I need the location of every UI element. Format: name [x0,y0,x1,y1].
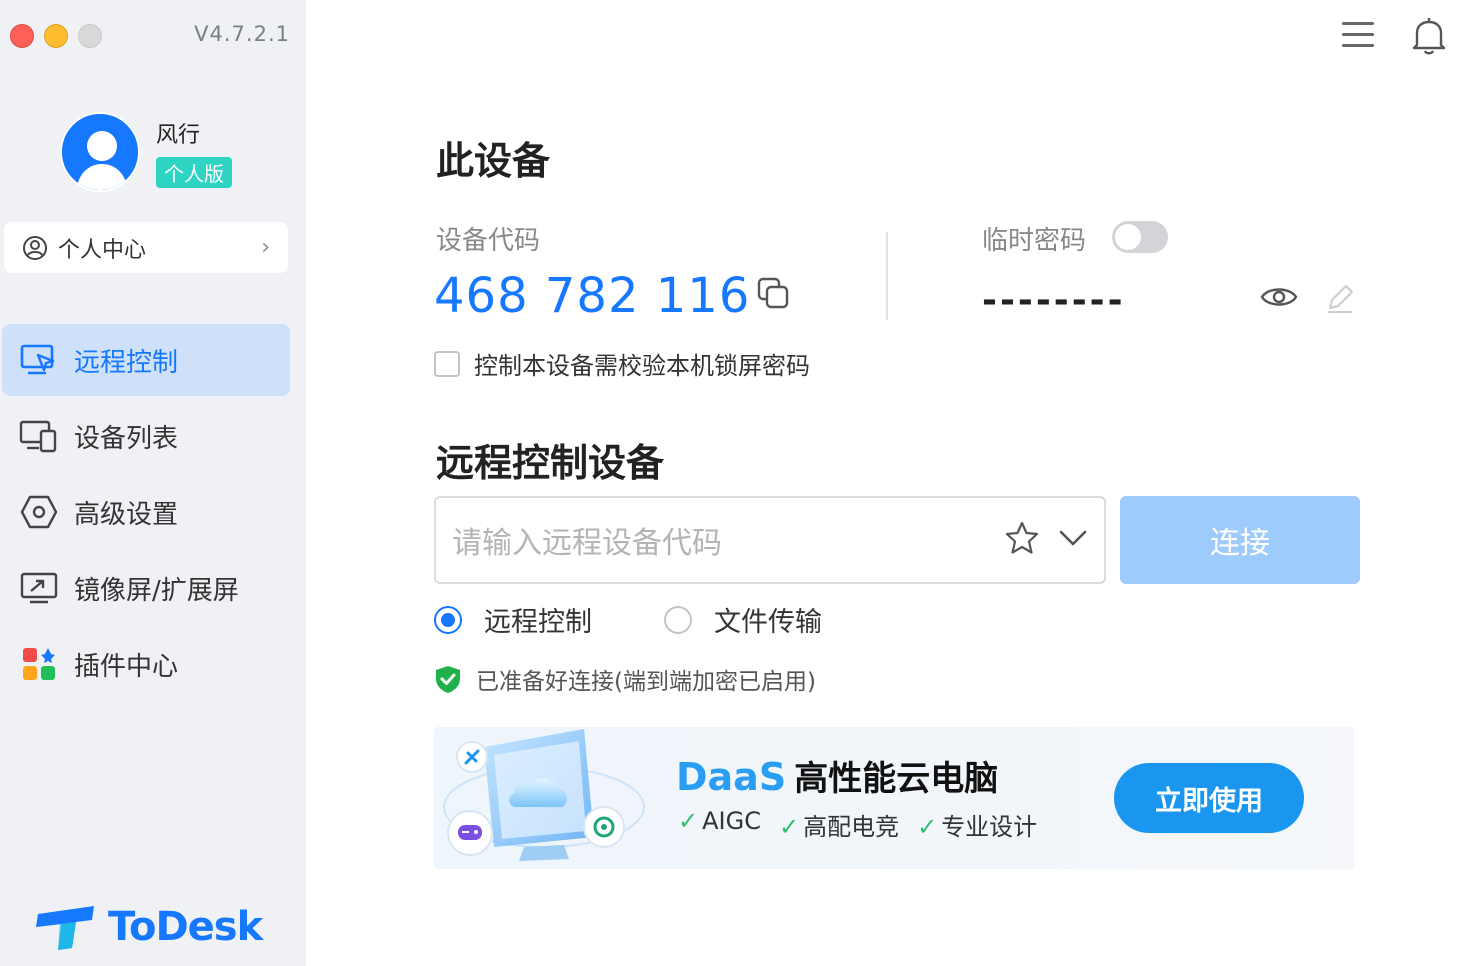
use-now-button[interactable]: 立即使用 [1114,763,1304,833]
user-profile[interactable]: 风行 个人版 [60,112,232,192]
remote-control-radio-label[interactable]: 远程控制 [484,600,592,639]
sidebar-item-label: 插件中心 [74,651,179,682]
lock-screen-checkbox[interactable] [434,350,460,377]
remote-code-placeholder: 请输入远程设备代码 [452,526,722,561]
feature-tag-label: 高配电竞 [803,813,900,841]
feature-tag: ✓ 专业设计 [917,807,1037,842]
lock-screen-check-label: 控制本设备需校验本机锁屏密码 [474,352,810,380]
minimize-window-button[interactable] [44,24,68,48]
remote-code-input[interactable]: 请输入远程设备代码 [434,496,1106,584]
favorite-star-button[interactable] [1004,521,1040,559]
settings-hexagon-icon [18,491,60,533]
todesk-logo-icon [36,906,94,950]
feature-tag: ✓ 高配电竞 [779,807,899,842]
cloud-computer-illustration [443,729,645,861]
avatar[interactable] [60,112,140,192]
daas-feature-tags: ✓ AIGC ✓ 高配电竞 ✓ 专业设计 [678,807,1037,842]
sidebar-item-label: 高级设置 [74,499,179,530]
zoom-window-button[interactable] [78,24,102,48]
daas-title: DaaS 高性能云电脑 [676,751,998,800]
eye-icon [1260,288,1298,306]
sidebar-nav: 远程控制 设备列表 高级设置 镜像屏/扩展屏 插件中心 [2,324,290,704]
mirror-screen-icon [18,567,60,609]
feature-tag-label: 专业设计 [941,813,1038,841]
user-circle-icon [23,235,47,260]
this-device-title: 此设备 [436,139,551,183]
sidebar-item-device-list[interactable]: 设备列表 [2,400,290,472]
daas-brand: DaaS [676,755,787,799]
todesk-window: V4.7.2.1 风行 个人版 个人中心 › 远程控制 设备列表 高级设置 镜像… [0,0,1478,966]
device-list-icon [18,415,60,457]
file-transfer-radio[interactable] [664,605,692,634]
version-label: V4.7.2.1 [194,22,290,46]
history-dropdown-button[interactable] [1058,529,1088,551]
connection-status: 已准备好连接(端到端加密已启用) [434,662,816,696]
temp-password-value: -------- [982,280,1126,321]
shield-check-icon [436,666,460,693]
sidebar-item-mirror-screen[interactable]: 镜像屏/扩展屏 [2,552,290,624]
chevron-down-icon [1059,530,1087,546]
mode-radio-group: 远程控制 文件传输 [434,600,822,639]
daas-headline: 高性能云电脑 [794,759,999,799]
main-panel: 此设备 设备代码 468 782 116 临时密码 -------- 控制本设备… [306,0,1478,966]
temp-password-label: 临时密码 [982,226,1087,256]
divider [886,232,888,320]
check-icon: ✓ [678,807,699,835]
pencil-icon [1328,284,1354,313]
plan-badge: 个人版 [156,156,232,188]
sidebar-item-plugin-center[interactable]: 插件中心 [2,628,290,700]
file-transfer-radio-label[interactable]: 文件传输 [714,600,822,639]
user-silhouette-icon [76,131,128,190]
chevron-right-icon: › [261,235,270,260]
status-text: 已准备好连接(端到端加密已启用) [476,669,816,695]
show-password-button[interactable] [1260,282,1298,316]
close-window-button[interactable] [10,24,34,48]
sidebar-item-advanced-settings[interactable]: 高级设置 [2,476,290,548]
daas-banner[interactable]: DaaS 高性能云电脑 ✓ AIGC ✓ 高配电竞 ✓ 专业设计 立即使用 [434,727,1354,869]
edit-password-button[interactable] [1324,282,1356,318]
check-icon: ✓ [778,813,800,841]
feature-tag-label: AIGC [702,807,761,835]
window-controls [10,24,102,48]
lock-screen-check-row[interactable]: 控制本设备需校验本机锁屏密码 [434,346,810,381]
todesk-logo: ToDesk [36,902,263,952]
personal-center-label: 个人中心 [58,237,147,263]
check-icon: ✓ [917,813,938,841]
copy-icon [757,277,789,309]
sidebar-item-label: 镜像屏/扩展屏 [74,575,239,606]
feature-tag: ✓ AIGC [678,807,761,842]
user-name: 风行 [156,122,201,148]
device-code-label: 设备代码 [436,226,541,256]
sidebar-item-label: 设备列表 [74,423,179,454]
remote-control-radio[interactable] [434,605,462,634]
brand-name: ToDesk [108,904,263,950]
copy-code-button[interactable] [756,276,792,316]
remote-control-icon [18,339,60,381]
sidebar: V4.7.2.1 风行 个人版 个人中心 › 远程控制 设备列表 高级设置 镜像… [0,0,306,966]
star-icon [1005,521,1039,554]
remote-control-title: 远程控制设备 [436,441,665,485]
connect-button[interactable]: 连接 [1120,496,1360,584]
plugin-grid-icon [18,643,60,685]
sidebar-item-remote-control[interactable]: 远程控制 [2,324,290,396]
personal-center-button[interactable]: 个人中心 › [4,222,288,273]
device-code-value: 468 782 116 [434,268,751,324]
temp-password-toggle[interactable] [1112,221,1168,253]
sidebar-item-label: 远程控制 [74,347,179,378]
